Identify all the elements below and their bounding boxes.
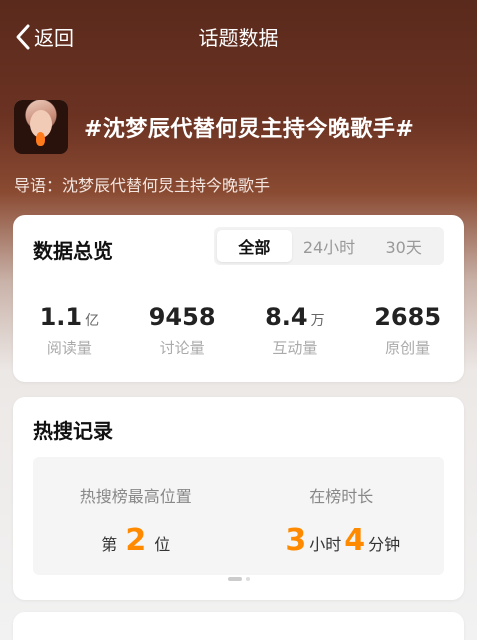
stat-interactions: 8.4 万 互动量: [239, 303, 352, 358]
hot-search-panel[interactable]: 热搜榜最高位置 第 2 位 在榜时长 3 小时 4 分钟: [33, 457, 444, 575]
hot-duration-label: 在榜时长: [309, 487, 374, 506]
page-title: 话题数据: [198, 26, 279, 50]
stats-row: 1.1 亿 阅读量 9458 讨论量 8.4 万 互动量 2685 原创量: [13, 303, 464, 358]
navbar: 返回 话题数据: [0, 0, 477, 72]
tab-30d[interactable]: 30天: [366, 230, 441, 262]
stat-reads: 1.1 亿 阅读量: [13, 303, 126, 358]
next-card: [13, 612, 464, 640]
hot-minutes-unit: 分钟: [368, 535, 401, 554]
stat-originals-value: 2685: [374, 303, 442, 331]
stat-discussions-label: 讨论量: [159, 339, 205, 357]
pager-dots: [13, 577, 464, 581]
overview-card: 数据总览 全部 24小时 30天 1.1 亿 阅读量 9458 讨论量 8.4 万 …: [13, 215, 464, 382]
tab-24h[interactable]: 24小时: [292, 230, 367, 262]
overview-title: 数据总览: [33, 239, 113, 263]
topic-header: #沈梦辰代替何炅主持今晚歌手#: [14, 100, 463, 154]
topic-intro: 导语：沈梦辰代替何炅主持今晚歌手: [14, 176, 271, 195]
hot-search-title: 热搜记录: [33, 419, 113, 443]
stat-interactions-label: 互动量: [272, 339, 318, 357]
stat-reads-value: 1.1: [39, 303, 83, 331]
pager-dot: [245, 577, 250, 581]
hot-rank: 热搜榜最高位置 第 2 位: [33, 457, 239, 575]
hot-minutes-value: 4: [344, 523, 366, 558]
topic-avatar: [14, 100, 68, 154]
stat-originals-label: 原创量: [385, 339, 431, 357]
stat-interactions-value: 8.4: [265, 303, 308, 331]
stat-discussions-value: 9458: [148, 303, 216, 331]
stat-interactions-unit: 万: [310, 313, 325, 329]
hot-search-card: 热搜记录 热搜榜最高位置 第 2 位 在榜时长 3 小时 4 分钟: [13, 397, 464, 600]
hot-rank-prefix: 第: [101, 535, 118, 554]
hot-hours-unit: 小时: [309, 535, 342, 554]
time-range-segmented-control: 全部 24小时 30天: [214, 227, 444, 265]
stat-originals: 2685 原创量: [351, 303, 464, 358]
stat-reads-unit: 亿: [85, 313, 100, 329]
pager-dot-active: [227, 577, 242, 581]
tab-all[interactable]: 全部: [217, 230, 292, 262]
hot-rank-value: 2: [125, 523, 147, 558]
hot-hours-value: 3: [285, 523, 307, 558]
hot-duration: 在榜时长 3 小时 4 分钟: [239, 457, 445, 575]
hot-rank-label: 热搜榜最高位置: [79, 487, 192, 506]
stat-discussions: 9458 讨论量: [126, 303, 239, 358]
hot-rank-suffix: 位: [154, 535, 171, 554]
topic-title: #沈梦辰代替何炅主持今晚歌手#: [84, 117, 415, 142]
stat-reads-label: 阅读量: [46, 339, 92, 357]
